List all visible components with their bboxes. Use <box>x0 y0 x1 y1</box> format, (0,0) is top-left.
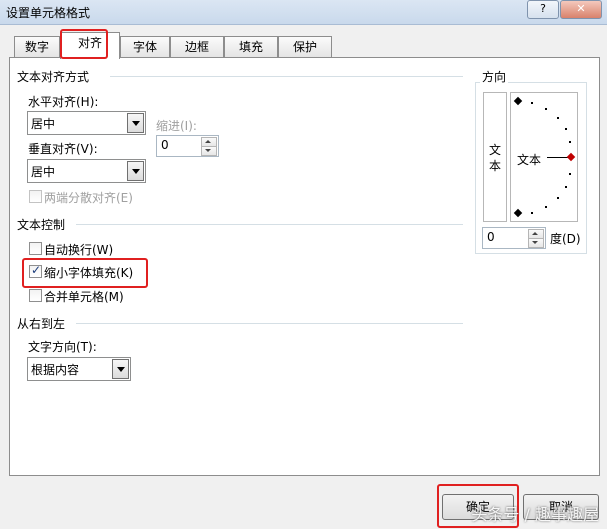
horizontal-align-value: 居中 <box>31 117 56 131</box>
angle-tick <box>569 173 571 175</box>
angle-tick <box>569 141 571 143</box>
vertical-align-label: 垂直对齐(V): <box>28 142 98 156</box>
vertical-text-button[interactable]: 文 本 <box>483 92 507 222</box>
text-direction-select[interactable]: 根据内容 <box>27 357 131 381</box>
angle-tick <box>565 128 567 130</box>
text-control-section-title: 文本控制 <box>17 218 66 232</box>
angle-tick <box>545 206 547 208</box>
close-button[interactable]: ✕ <box>560 0 602 19</box>
vertical-text-char: 本 <box>489 159 502 173</box>
divider <box>76 323 463 324</box>
angle-tick <box>557 197 559 199</box>
orientation-dial[interactable]: 文本 <box>510 92 578 222</box>
divider <box>110 76 463 77</box>
degree-value: 0 <box>487 230 495 244</box>
angle-tick <box>531 212 533 214</box>
alignment-section-title: 文本对齐方式 <box>17 70 90 84</box>
shrink-to-fit-checkbox[interactable]: ✓ <box>29 263 42 278</box>
chevron-down-icon[interactable] <box>127 113 144 133</box>
degree-label: 度(D) <box>550 232 581 246</box>
vertical-align-value: 居中 <box>31 165 56 179</box>
rtl-section-title: 从右到左 <box>17 317 66 331</box>
checkmark-icon: ✓ <box>31 263 42 277</box>
dial-text: 文本 <box>517 153 542 167</box>
watermark: 头条号 / 趣事趣屋 <box>471 505 599 524</box>
divider <box>76 224 463 225</box>
angle-tick <box>565 186 567 188</box>
vertical-text-char: 文 <box>489 143 502 157</box>
text-direction-label: 文字方向(T): <box>28 340 97 354</box>
spin-down-icon[interactable] <box>201 146 217 156</box>
merge-cells-checkbox[interactable] <box>29 289 42 302</box>
wrap-text-label: 自动换行(W) <box>44 243 114 257</box>
tab-number[interactable]: 数字 <box>14 36 60 58</box>
distributed-label: 两端分散对齐(E) <box>44 191 133 205</box>
chevron-down-icon[interactable] <box>112 359 129 379</box>
shrink-to-fit-label: 缩小字体填充(K) <box>44 266 134 280</box>
angle-marker <box>513 208 523 218</box>
indent-value: 0 <box>161 138 169 152</box>
title-bar <box>0 0 607 25</box>
highlight-tab-alignment <box>60 29 108 59</box>
distributed-checkbox[interactable] <box>29 190 42 203</box>
orientation-section-title: 方向 <box>480 68 509 85</box>
angle-tick <box>557 117 559 119</box>
tab-font[interactable]: 字体 <box>120 36 170 58</box>
help-button[interactable]: ? <box>527 0 559 19</box>
orientation-handle[interactable] <box>566 152 576 162</box>
angle-tick <box>531 102 533 104</box>
text-direction-value: 根据内容 <box>31 363 80 377</box>
indent-label: 缩进(I): <box>156 119 197 133</box>
degree-spinner[interactable]: 0 <box>482 227 546 249</box>
tab-border[interactable]: 边框 <box>170 36 224 58</box>
wrap-text-checkbox[interactable] <box>29 242 42 255</box>
horizontal-align-label: 水平对齐(H): <box>28 95 99 109</box>
dialog-title: 设置单元格格式 <box>6 6 91 20</box>
angle-marker <box>513 96 523 106</box>
merge-cells-label: 合并单元格(M) <box>44 290 124 304</box>
tab-protection[interactable]: 保护 <box>278 36 332 58</box>
indent-spinner[interactable]: 0 <box>156 135 219 157</box>
orientation-needle <box>547 157 569 158</box>
chevron-down-icon[interactable] <box>127 161 144 181</box>
close-icon: ✕ <box>576 2 586 15</box>
spin-down-icon[interactable] <box>528 238 544 248</box>
vertical-align-select[interactable]: 居中 <box>27 159 146 183</box>
tab-fill[interactable]: 填充 <box>224 36 278 58</box>
angle-tick <box>545 108 547 110</box>
horizontal-align-select[interactable]: 居中 <box>27 111 146 135</box>
